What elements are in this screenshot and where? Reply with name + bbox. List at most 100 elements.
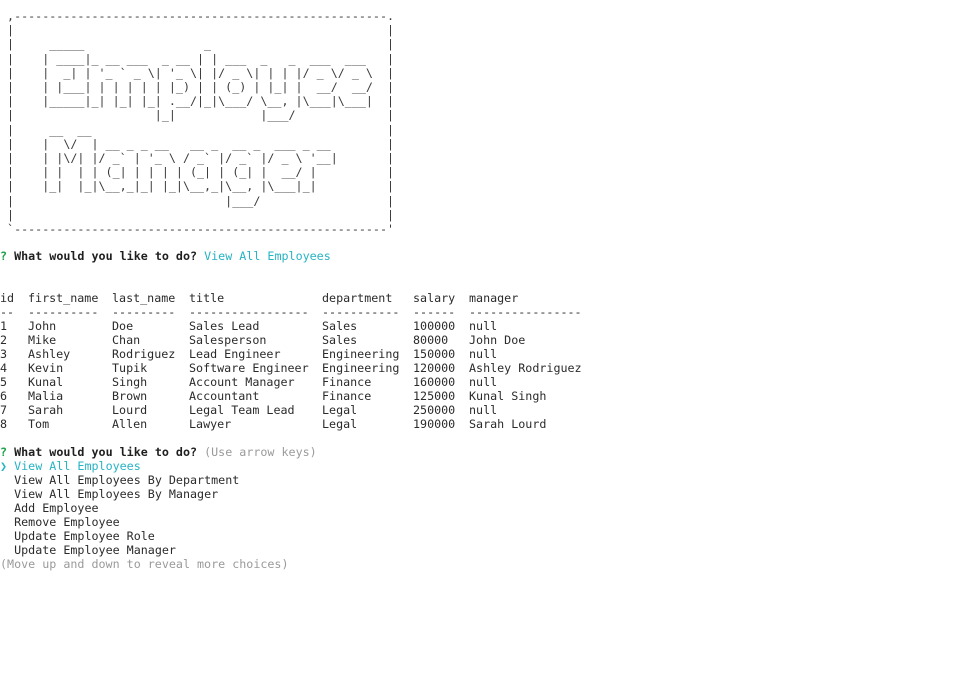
prompt-line-2: ? What would you like to do? (Use arrow … bbox=[0, 445, 317, 459]
table-cell: Doe bbox=[112, 319, 134, 333]
table-cell: John Doe bbox=[469, 333, 526, 347]
column-header: manager bbox=[469, 291, 519, 305]
table-cell: 100000 bbox=[413, 319, 456, 333]
column-header: first_name bbox=[28, 291, 99, 305]
prompt-question: What would you like to do? bbox=[14, 445, 198, 459]
choice-label: View All Employees By Manager bbox=[14, 487, 219, 501]
column-separator: --------- bbox=[112, 305, 176, 319]
table-cell: Salesperson bbox=[189, 333, 267, 347]
table-row: 6 Malia Brown Accountant Finance 125000 Kunal … bbox=[0, 389, 599, 403]
table-cell: Legal Team Lead bbox=[189, 403, 295, 417]
table-cell: 3 bbox=[0, 347, 8, 361]
table-cell: Sales bbox=[322, 333, 358, 347]
table-row: 4 Kevin Tupik Software Engineer Engineering 1… bbox=[0, 361, 599, 375]
table-cell: 1 bbox=[0, 319, 8, 333]
table-cell: Legal bbox=[322, 403, 358, 417]
column-header: salary bbox=[413, 291, 456, 305]
table-body: 1 John Doe Sales Lead Sales 100000 null 2 Mike Ch… bbox=[0, 319, 599, 431]
column-separator: -- bbox=[0, 305, 15, 319]
column-separator: ---------------- bbox=[469, 305, 582, 319]
more-choices-hint: (Move up and down to reveal more choices… bbox=[0, 557, 289, 571]
table-cell: Malia bbox=[28, 389, 64, 403]
table-cell: null bbox=[469, 403, 498, 417]
table-cell: 7 bbox=[0, 403, 8, 417]
choice-item[interactable]: Remove Employee bbox=[0, 515, 120, 529]
prompt-hint: (Use arrow keys) bbox=[204, 445, 317, 459]
question-mark: ? bbox=[0, 445, 8, 459]
table-cell: 4 bbox=[0, 361, 8, 375]
table-cell: Software Engineer bbox=[189, 361, 309, 375]
table-row: 3 Ashley Rodriguez Lead Engineer Engineering… bbox=[0, 347, 599, 361]
prompt-answer: View All Employees bbox=[204, 249, 331, 263]
choice-label: Update Employee Role bbox=[14, 529, 155, 543]
table-separator-row: -- ---------- --------- ----------------… bbox=[0, 305, 599, 319]
table-cell: Tupik bbox=[112, 361, 148, 375]
table-cell: 120000 bbox=[413, 361, 456, 375]
table-cell: null bbox=[469, 319, 498, 333]
table-cell: 6 bbox=[0, 389, 8, 403]
table-cell: Lourd bbox=[112, 403, 148, 417]
table-cell: Chan bbox=[112, 333, 141, 347]
table-cell: John bbox=[28, 319, 57, 333]
column-separator: ----------- bbox=[322, 305, 400, 319]
table-cell: 125000 bbox=[413, 389, 456, 403]
table-cell: Rodriguez bbox=[112, 347, 176, 361]
table-cell: Finance bbox=[322, 389, 372, 403]
column-separator: ---------- bbox=[28, 305, 99, 319]
table-cell: Ashley Rodriguez bbox=[469, 361, 582, 375]
column-header: last_name bbox=[112, 291, 176, 305]
choice-item[interactable]: Update Employee Role bbox=[0, 529, 155, 543]
column-separator: ----------------- bbox=[189, 305, 309, 319]
table-cell: Engineering bbox=[322, 361, 400, 375]
table-cell: 5 bbox=[0, 375, 8, 389]
table-cell: 8 bbox=[0, 417, 8, 431]
choice-item-selected[interactable]: ❯ View All Employees bbox=[0, 459, 141, 473]
table-cell: Mike bbox=[28, 333, 57, 347]
choice-label: Add Employee bbox=[14, 501, 99, 515]
table-cell: Tom bbox=[28, 417, 50, 431]
table-cell: 2 bbox=[0, 333, 8, 347]
table-cell: Sarah Lourd bbox=[469, 417, 547, 431]
prompt-question: What would you like to do? bbox=[14, 249, 198, 263]
table-row: 5 Kunal Singh Account Manager Finance 160000 n… bbox=[0, 375, 599, 389]
choice-item[interactable]: Update Employee Manager bbox=[0, 543, 176, 557]
table-cell: Sales Lead bbox=[189, 319, 260, 333]
choice-label: View All Employees bbox=[14, 459, 141, 473]
ascii-banner: ,---------------------------------------… bbox=[7, 9, 395, 237]
table-cell: Engineering bbox=[322, 347, 400, 361]
table-cell: 250000 bbox=[413, 403, 456, 417]
table-cell: Accountant bbox=[189, 389, 260, 403]
table-cell: Allen bbox=[112, 417, 148, 431]
table-cell: 80000 bbox=[413, 333, 449, 347]
choice-label: Remove Employee bbox=[14, 515, 120, 529]
column-separator: ------ bbox=[413, 305, 456, 319]
table-cell: Sales bbox=[322, 319, 358, 333]
choice-label: Update Employee Manager bbox=[14, 543, 176, 557]
table-cell: Singh bbox=[112, 375, 148, 389]
table-cell: Account Manager bbox=[189, 375, 295, 389]
table-row: 8 Tom Allen Lawyer Legal 190000 Sarah Lourd bbox=[0, 417, 599, 431]
terminal-window: ,---------------------------------------… bbox=[0, 0, 958, 679]
choice-item[interactable]: View All Employees By Department bbox=[0, 473, 239, 487]
question-mark: ? bbox=[0, 249, 8, 263]
table-row: 1 John Doe Sales Lead Sales 100000 null bbox=[0, 319, 599, 333]
table-cell: Kunal bbox=[28, 375, 64, 389]
table-row: 7 Sarah Lourd Legal Team Lead Legal 250000 nul… bbox=[0, 403, 599, 417]
table-cell: Lawyer bbox=[189, 417, 232, 431]
employee-table: id first_name last_name title department… bbox=[0, 291, 599, 431]
table-cell: Legal bbox=[322, 417, 358, 431]
choice-item[interactable]: View All Employees By Manager bbox=[0, 487, 218, 501]
choice-label: View All Employees By Department bbox=[14, 473, 240, 487]
table-cell: Lead Engineer bbox=[189, 347, 281, 361]
table-cell: Brown bbox=[112, 389, 148, 403]
table-header-row: id first_name last_name title department… bbox=[0, 291, 599, 305]
table-row: 2 Mike Chan Salesperson Sales 80000 John Doe bbox=[0, 333, 599, 347]
column-header: id bbox=[0, 291, 15, 305]
table-cell: null bbox=[469, 375, 498, 389]
table-cell: Kunal Singh bbox=[469, 389, 547, 403]
table-cell: Kevin bbox=[28, 361, 64, 375]
choice-item[interactable]: Add Employee bbox=[0, 501, 99, 515]
table-cell: Sarah bbox=[28, 403, 64, 417]
table-cell: 160000 bbox=[413, 375, 456, 389]
table-cell: null bbox=[469, 347, 498, 361]
